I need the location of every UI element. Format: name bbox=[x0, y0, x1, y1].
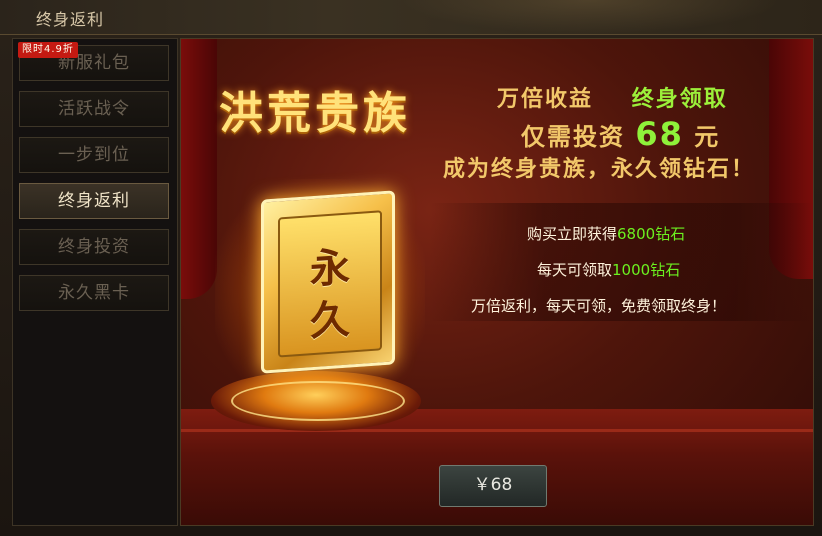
sidebar-item-lifetime-invest[interactable]: 终身投资 bbox=[19, 229, 169, 265]
promo-slogan-1: 万倍收益 终身领取 bbox=[497, 81, 728, 113]
pedestal-ring bbox=[231, 381, 405, 421]
sidebar-item-one-step[interactable]: 一步到位 bbox=[19, 137, 169, 173]
sidebar-item-lifetime-rebate[interactable]: 终身返利 bbox=[19, 183, 169, 219]
info-text: 每天可领取 bbox=[537, 261, 613, 279]
promo-slogan-2: 仅需投资 68 元 bbox=[521, 115, 720, 153]
sidebar-item-label: 永久黑卡 bbox=[58, 283, 130, 303]
info-line-1: 购买立即获得6800钻石 bbox=[527, 223, 685, 244]
info-line-2: 每天可领取1000钻石 bbox=[537, 259, 680, 280]
info-text: 购买立即获得 bbox=[527, 225, 618, 243]
buy-button[interactable]: ￥68 bbox=[439, 465, 547, 507]
discount-badge: 限时4.9折 bbox=[18, 42, 78, 58]
game-window: 终身返利 限时4.9折 新服礼包 活跃战令 一步到位 终身返利 终身投资 永久黑… bbox=[0, 0, 822, 536]
sidebar-item-label: 终身返利 bbox=[58, 191, 130, 211]
window-title: 终身返利 bbox=[36, 10, 105, 29]
sidebar-item-label: 一步到位 bbox=[58, 145, 130, 165]
eternal-card: 永 久 bbox=[261, 190, 395, 374]
slogan-part: 仅需投资 bbox=[521, 123, 625, 151]
info-highlight: 6800钻石 bbox=[617, 225, 686, 243]
stage-edge bbox=[181, 429, 813, 432]
curtain-left bbox=[181, 39, 217, 299]
info-line-3: 万倍返利，每天可领，免费领取终身！ bbox=[471, 297, 727, 315]
promo-panel: 洪荒贵族 万倍收益 终身领取 仅需投资 68 元 成为终身贵族，永久领钻石！ 购… bbox=[180, 38, 814, 526]
promo-slogan-3: 成为终身贵族，永久领钻石！ bbox=[443, 157, 756, 182]
sidebar-item-label: 终身投资 bbox=[58, 237, 130, 257]
title-ornament bbox=[400, 0, 780, 34]
sidebar-item-black-card[interactable]: 永久黑卡 bbox=[19, 275, 169, 311]
sidebar-item-label: 活跃战令 bbox=[58, 99, 130, 119]
sidebar: 限时4.9折 新服礼包 活跃战令 一步到位 终身返利 终身投资 永久黑卡 bbox=[12, 38, 178, 526]
sidebar-item-active-pass[interactable]: 活跃战令 bbox=[19, 91, 169, 127]
slogan-part: 万倍收益 bbox=[497, 87, 594, 112]
price-number: 68 bbox=[635, 115, 684, 153]
info-highlight: 1000钻石 bbox=[612, 261, 681, 279]
card-char-2: 久 bbox=[310, 295, 350, 346]
promo-title: 洪荒贵族 bbox=[219, 88, 411, 139]
title-bar: 终身返利 bbox=[0, 0, 822, 35]
card-face: 永 久 bbox=[278, 210, 382, 358]
slogan-part: 元 bbox=[694, 123, 721, 151]
slogan-highlight: 终身领取 bbox=[631, 87, 728, 112]
sidebar-item-new-server-gift[interactable]: 限时4.9折 新服礼包 bbox=[18, 42, 169, 81]
